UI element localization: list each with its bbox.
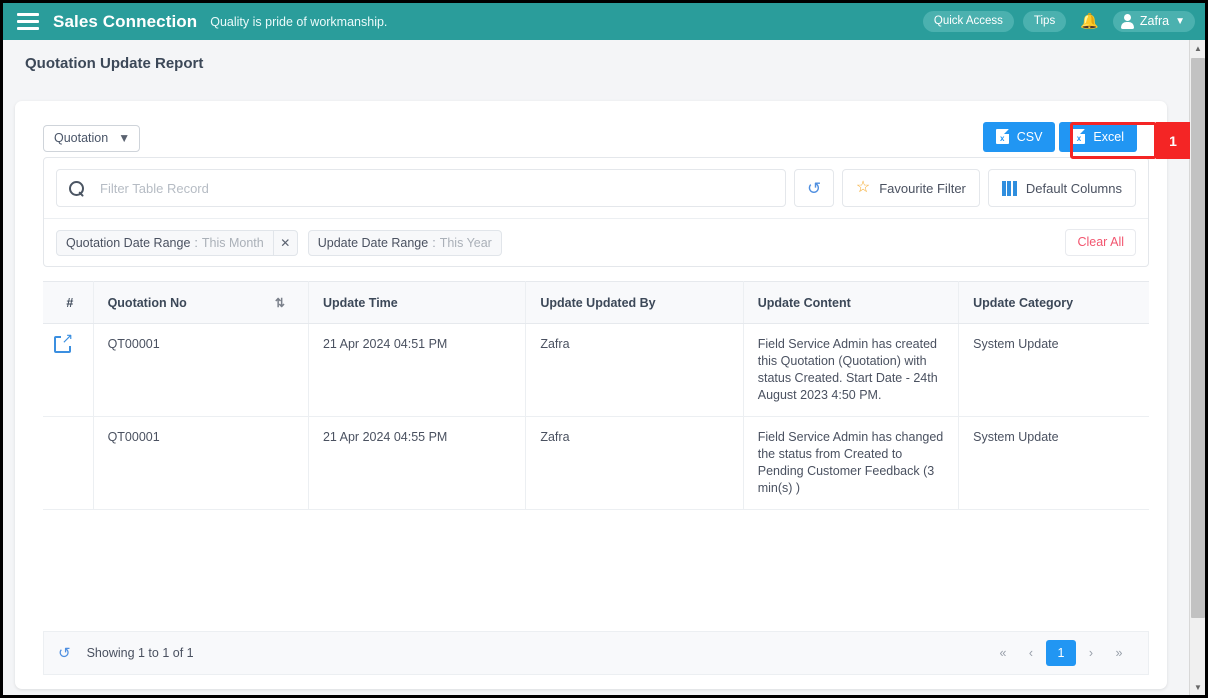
search-icon [69,180,84,196]
module-select[interactable]: Quotation ▼ [43,125,141,152]
user-menu-button[interactable]: Zafra ▼ [1112,11,1195,32]
star-icon: ☆ [855,179,871,196]
pagination-last-button[interactable]: » [1106,640,1132,666]
scroll-down-arrow-icon[interactable]: ▼ [1190,679,1205,695]
column-header-label: Quotation No [107,295,187,310]
table-header-row: # Quotation No ⇅ Update Time Update Upda… [43,281,1149,324]
filter-chip-text: Update Date Range : This Year [309,231,501,255]
cell-update-updated-by: Zafra [525,416,744,510]
app-tagline: Quality is pride of workmanship. [210,14,388,29]
pagination-page-1[interactable]: 1 [1046,640,1076,666]
vertical-scrollbar[interactable]: ▲ ▼ [1189,40,1205,695]
sort-icon[interactable]: ⇅ [275,296,285,310]
column-header-update-updated-by[interactable]: Update Updated By [525,281,744,324]
module-select-value: Quotation [54,131,109,145]
clear-all-filters-button[interactable]: Clear All [1065,229,1136,256]
file-excel-icon [1072,129,1086,144]
column-header-num[interactable]: # [43,281,94,324]
excel-button-label: Excel [1093,129,1124,144]
report-card: Quotation ▼ CSV Excel [15,101,1167,689]
filter-chip-label: Quotation Date Range [66,235,191,250]
avatar-icon [1120,14,1134,29]
default-columns-button[interactable]: Default Columns [987,169,1136,207]
bell-icon[interactable]: 🔔 [1075,14,1104,29]
close-icon[interactable]: ✕ [272,230,297,255]
default-columns-label: Default Columns [1025,180,1122,196]
top-bar-actions: Quick Access Tips 🔔 Zafra ▼ [922,11,1195,32]
table-body: QT00001 21 Apr 2024 04:51 PM Zafra Field… [43,323,1149,510]
scroll-up-arrow-icon[interactable]: ▲ [1190,40,1205,56]
cell-update-updated-by: Zafra [525,323,744,417]
filter-panel: ↻ ☆ Favourite Filter Default Columns Quo… [43,157,1149,267]
filter-chip-separator: : [194,235,198,250]
column-header-quotation-no[interactable]: Quotation No ⇅ [93,281,309,324]
pagination-prev-button[interactable]: ‹ [1018,640,1044,666]
row-open-cell [43,323,94,417]
data-table-wrapper: # Quotation No ⇅ Update Time Update Upda… [43,281,1149,510]
page-title: Quotation Update Report [25,55,204,72]
row-open-cell [43,416,94,510]
filter-chip-text: Quotation Date Range : This Month [57,231,273,255]
filter-chip-value: This Year [439,235,492,250]
filter-chip-quotation-date-range[interactable]: Quotation Date Range : This Month ✕ [56,229,298,256]
page-header: Quotation Update Report [3,40,1179,87]
table-footer: ↻ Showing 1 to 1 of 1 « ‹ 1 › » [43,631,1149,675]
cell-update-content: Field Service Admin has changed the stat… [743,416,960,510]
column-header-update-category[interactable]: Update Category [958,281,1149,324]
annotation-step-number: 1 [1156,122,1190,159]
cell-update-time: 21 Apr 2024 04:55 PM [308,416,527,510]
cell-quotation-no: QT00001 [93,323,309,417]
filter-chip-separator: : [432,235,436,250]
filter-chip-label: Update Date Range [317,235,429,250]
column-header-update-time[interactable]: Update Time [308,281,527,324]
app-window: Sales Connection Quality is pride of wor… [0,0,1208,698]
showing-count-label: Showing 1 to 1 of 1 [86,646,194,660]
table-row[interactable]: QT00001 21 Apr 2024 04:55 PM Zafra Field… [43,416,1149,510]
column-header-update-content[interactable]: Update Content [743,281,960,324]
table-row[interactable]: QT00001 21 Apr 2024 04:51 PM Zafra Field… [43,323,1149,417]
cell-update-category: System Update [958,323,1149,417]
csv-button-label: CSV [1016,129,1043,144]
quick-access-button[interactable]: Quick Access [922,11,1014,32]
filter-controls-row: ↻ ☆ Favourite Filter Default Columns [44,158,1148,218]
search-box[interactable] [56,169,786,207]
card-toolbar: Quotation ▼ CSV Excel [15,101,1167,157]
user-name-label: Zafra [1139,14,1170,28]
table-header: # Quotation No ⇅ Update Time Update Upda… [43,281,1149,324]
tips-button[interactable]: Tips [1022,11,1067,32]
excel-export-button[interactable]: Excel [1059,122,1137,152]
quotation-update-table: # Quotation No ⇅ Update Time Update Upda… [43,281,1149,510]
cell-update-time: 21 Apr 2024 04:51 PM [308,323,527,417]
pagination: « ‹ 1 › » [990,640,1132,666]
open-record-icon[interactable] [54,331,73,353]
chevron-down-icon: ▼ [118,131,131,145]
filter-chip-value: This Month [201,235,264,250]
active-filter-chips: Quotation Date Range : This Month ✕ Upda… [44,218,1148,266]
file-csv-icon [995,129,1009,144]
scrollbar-thumb[interactable] [1191,58,1205,618]
pagination-next-button[interactable]: › [1078,640,1104,666]
cell-quotation-no: QT00001 [93,416,309,510]
favourite-filter-button[interactable]: ☆ Favourite Filter [841,169,980,207]
refresh-icon: ↻ [806,178,821,198]
pagination-first-button[interactable]: « [990,640,1016,666]
app-brand-title: Sales Connection [53,11,198,31]
cell-update-category: System Update [958,416,1149,510]
favourite-filter-label: Favourite Filter [879,180,966,196]
csv-export-button[interactable]: CSV [982,122,1056,152]
export-buttons: CSV Excel [982,122,1137,152]
filter-chip-update-date-range[interactable]: Update Date Range : This Year [307,229,502,256]
cell-update-content: Field Service Admin has created this Quo… [743,323,960,417]
top-navigation-bar: Sales Connection Quality is pride of wor… [3,3,1205,40]
refresh-table-button[interactable]: ↻ [793,169,834,207]
hamburger-menu-icon[interactable] [17,13,39,30]
columns-icon [1001,180,1017,196]
footer-refresh-icon[interactable]: ↻ [58,644,71,662]
search-input[interactable] [98,179,773,197]
chevron-down-icon: ▼ [1175,15,1185,27]
